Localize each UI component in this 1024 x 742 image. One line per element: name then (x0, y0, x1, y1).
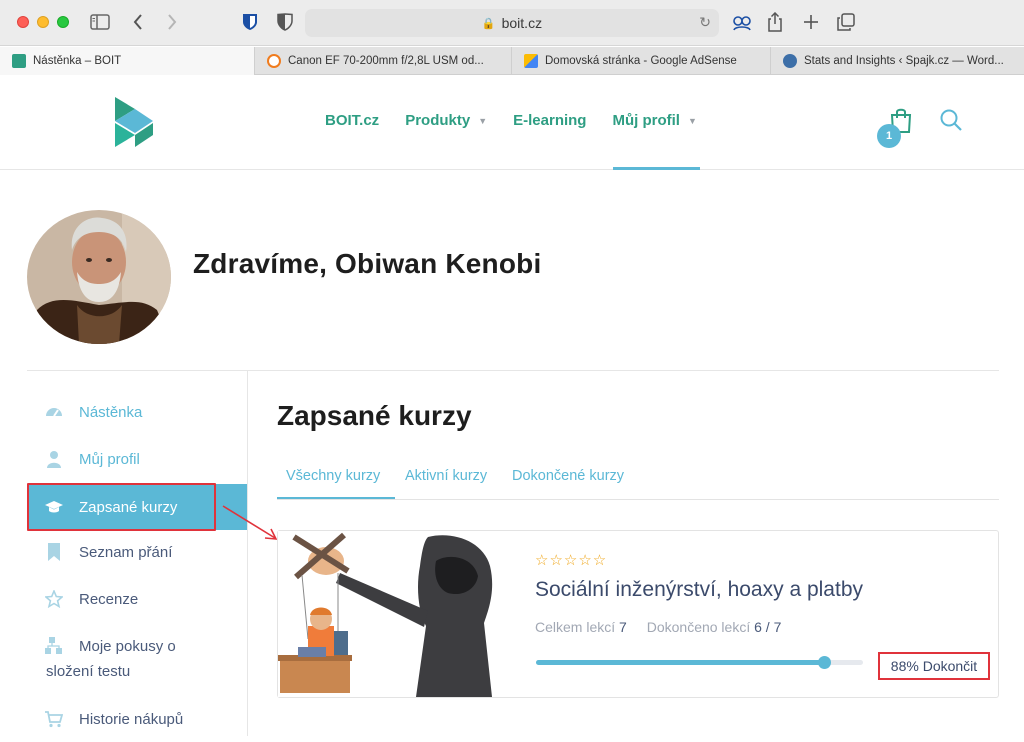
continue-course-button[interactable]: 88% Dokončit (878, 652, 990, 680)
browser-tab-label: Nástěnka – BOIT (33, 55, 122, 67)
course-rating-stars: ☆☆☆☆☆ (535, 552, 608, 569)
tab-overview-icon[interactable] (836, 10, 856, 34)
course-progress-bar (536, 656, 863, 669)
caret-down-icon: ▼ (687, 115, 697, 126)
sidebar-item-reviews[interactable]: Recenze (27, 576, 247, 622)
wordpress-favicon-icon (783, 54, 797, 68)
quiz-attempts-icon (45, 637, 62, 654)
course-title[interactable]: Sociální inženýrství, hoaxy a platby (535, 578, 863, 602)
sidebar-item-wishlist[interactable]: Seznam přání (27, 529, 247, 575)
bitwarden-shield-icon[interactable] (241, 10, 259, 34)
zoom-window-button[interactable] (57, 16, 69, 28)
browser-tab-4[interactable]: Stats and Insights ‹ Spajk.cz — Word... (771, 47, 1024, 75)
course-progress-knob (818, 656, 831, 669)
tab-active-courses[interactable]: Aktivní kurzy (405, 468, 487, 484)
tab-active-indicator (277, 497, 395, 499)
browser-tab-label: Stats and Insights ‹ Spajk.cz — Word... (804, 55, 1004, 67)
browser-toolbar: 🔒 boit.cz ↻ (0, 0, 1024, 46)
url-text: boit.cz (501, 15, 543, 31)
adsense-favicon-icon (524, 54, 538, 68)
nav-label: Produkty (405, 112, 471, 129)
browser-tab-label: Domovská stránka - Google AdSense (545, 55, 737, 67)
privacy-shield-icon[interactable] (276, 10, 294, 34)
cart-count-badge[interactable]: 1 (877, 124, 901, 148)
sidebar-item-label: Moje pokusy o (79, 637, 176, 655)
share-icon[interactable] (766, 10, 784, 34)
avatar (27, 210, 171, 344)
course-filter-tabs: Všechny kurzy Aktivní kurzy Dokončené ku… (277, 458, 999, 500)
sidebar-item-profile[interactable]: Můj profil (27, 436, 247, 482)
reader-extension-icon[interactable] (732, 10, 752, 34)
sidebar-item-label: Historie nákupů (79, 710, 184, 728)
sidebar-item-label: Recenze (79, 590, 139, 608)
total-lessons-value: 7 (619, 619, 627, 635)
search-favicon-icon (267, 54, 281, 68)
sidebar-item-purchase-history[interactable]: Historie nákupů (27, 696, 247, 742)
completed-lessons-label: Dokončeno lekcí (646, 619, 751, 635)
boit-logo[interactable] (113, 97, 155, 147)
forward-icon[interactable] (164, 10, 180, 34)
nav-label: BOIT.cz (325, 112, 380, 129)
bookmark-icon (48, 543, 60, 561)
tab-all-courses[interactable]: Všechny kurzy (286, 468, 380, 484)
close-window-button[interactable] (17, 16, 29, 28)
browser-tab-bar: Nástěnka – BOIT Canon EF 70-200mm f/2,8L… (0, 47, 1024, 75)
browser-tab-3[interactable]: Domovská stránka - Google AdSense (512, 47, 771, 75)
boit-favicon-icon (12, 54, 26, 68)
new-tab-icon[interactable] (802, 10, 820, 34)
reload-icon[interactable]: ↻ (699, 14, 711, 31)
nav-elearning[interactable]: E-learning (513, 112, 586, 129)
browser-tab-1[interactable]: Nástěnka – BOIT (0, 47, 255, 75)
star-icon (45, 590, 63, 608)
minimize-window-button[interactable] (37, 16, 49, 28)
course-thumbnail[interactable] (278, 531, 522, 697)
nav-muj-profil[interactable]: Můj profil ▼ (612, 112, 696, 129)
browser-tab-label: Canon EF 70-200mm f/2,8L USM od... (288, 55, 484, 67)
course-lesson-stats: Celkem lekcí 7 Dokončeno lekcí 6 / 7 (535, 619, 781, 635)
sidebar-item-label: Nástěnka (79, 403, 143, 421)
page-title: Zapsané kurzy (277, 400, 472, 431)
back-icon[interactable] (130, 10, 146, 34)
search-icon[interactable] (939, 108, 963, 132)
nav-produkty[interactable]: Produkty ▼ (405, 112, 487, 129)
sidebar-toggle-icon[interactable] (89, 10, 111, 34)
course-progress-fill (536, 660, 824, 665)
nav-active-indicator (613, 167, 700, 170)
greeting-heading: Zdravíme, Obiwan Kenobi (193, 248, 542, 279)
browser-tab-2[interactable]: Canon EF 70-200mm f/2,8L USM od... (255, 47, 512, 75)
total-lessons-label: Celkem lekcí (535, 619, 616, 635)
dashboard-sidebar: Nástěnka Můj profil Zapsané kurzy Seznam… (27, 371, 248, 736)
address-bar[interactable]: 🔒 boit.cz ↻ (305, 9, 719, 37)
site-header: BOIT.cz Produkty ▼ E-learning Můj profil ▼… (0, 76, 1024, 170)
sidebar-item-label: Seznam přání (79, 543, 173, 561)
lock-icon: 🔒 (481, 17, 496, 30)
annotation-arrow-icon (222, 505, 278, 540)
annotation-highlight-box (27, 483, 216, 531)
dashboard-icon (46, 408, 62, 417)
caret-down-icon: ▼ (478, 115, 488, 126)
main-nav: BOIT.cz Produkty ▼ E-learning Můj profil ▼ (325, 112, 723, 129)
nav-boit[interactable]: BOIT.cz (325, 112, 379, 129)
nav-label: E-learning (513, 112, 587, 129)
sidebar-item-dashboard[interactable]: Nástěnka (27, 389, 247, 435)
sidebar-item-label-line2: složení testu (46, 663, 131, 680)
tab-completed-courses[interactable]: Dokončené kurzy (512, 468, 624, 484)
user-icon (47, 451, 61, 468)
completed-lessons-value: 6 / 7 (754, 619, 782, 635)
course-card[interactable]: ☆☆☆☆☆ Sociální inženýrství, hoaxy a plat… (277, 530, 999, 698)
cart-icon (45, 711, 63, 728)
sidebar-item-label: Můj profil (79, 450, 140, 468)
nav-label: Můj profil (612, 112, 680, 129)
